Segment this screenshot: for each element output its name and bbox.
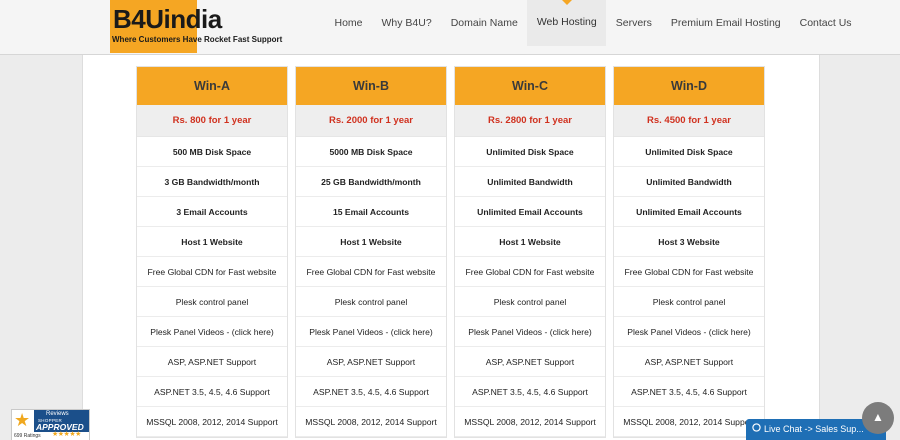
shopper-approved-badge[interactable]: ★ Reviews SHOPPER APPROVED 699 Ratings ★…	[11, 409, 90, 440]
plan-feature: Unlimited Email Accounts	[614, 197, 764, 227]
nav-servers[interactable]: Servers	[606, 0, 661, 46]
badge-reviews-label: Reviews	[46, 411, 69, 417]
plan-feature: 500 MB Disk Space	[137, 137, 287, 167]
badge-rating-strip: 699 Ratings ★★★★★	[12, 431, 89, 440]
plan-name: Win-D	[614, 67, 764, 105]
plan-column: Win-A Rs. 800 for 1 year 500 MB Disk Space…	[136, 66, 288, 438]
plan-feature: 3 GB Bandwidth/month	[137, 167, 287, 197]
plan-feature: ASP.NET 3.5, 4.5, 4.6 Support	[455, 377, 605, 407]
plan-feature: Free Global CDN for Fast website	[296, 257, 446, 287]
plan-price: Rs. 4500 for 1 year	[614, 105, 764, 137]
plan-feature: Unlimited Bandwidth	[614, 167, 764, 197]
nav-why-b4u[interactable]: Why B4U?	[372, 0, 441, 46]
plan-feature: Host 3 Website	[614, 227, 764, 257]
site-header: B4Uindia Where Customers Have Rocket Fas…	[0, 0, 900, 55]
plan-feature: ASP, ASP.NET Support	[614, 347, 764, 377]
plan-price: Rs. 800 for 1 year	[137, 105, 287, 137]
plan-feature: Free Global CDN for Fast website	[455, 257, 605, 287]
plan-feature: Plesk control panel	[137, 287, 287, 317]
plan-feature: 25 GB Bandwidth/month	[296, 167, 446, 197]
plan-feature: 3 Email Accounts	[137, 197, 287, 227]
plesk-videos-link[interactable]: Plesk Panel Videos - (click here)	[137, 317, 287, 347]
plesk-videos-link[interactable]: Plesk Panel Videos - (click here)	[296, 317, 446, 347]
plan-name: Win-C	[455, 67, 605, 105]
plan-feature: Unlimited Bandwidth	[455, 167, 605, 197]
arrow-up-icon: ▲	[872, 410, 884, 424]
logo-tagline: Where Customers Have Rocket Fast Support	[112, 35, 283, 44]
plan-feature: Unlimited Disk Space	[455, 137, 605, 167]
plan-feature: Free Global CDN for Fast website	[614, 257, 764, 287]
plan-feature: Unlimited Disk Space	[614, 137, 764, 167]
plan-feature: MSSQL 2008, 2012, 2014 Support	[614, 407, 764, 437]
plan-feature: 5000 MB Disk Space	[296, 137, 446, 167]
plesk-videos-link[interactable]: Plesk Panel Videos - (click here)	[455, 317, 605, 347]
nav-premium-email-hosting[interactable]: Premium Email Hosting	[661, 0, 790, 46]
plan-feature: MSSQL 2008, 2012, 2014 Support	[455, 407, 605, 437]
plan-feature: ASP.NET 3.5, 4.5, 4.6 Support	[137, 377, 287, 407]
plan-name: Win-B	[296, 67, 446, 105]
chat-bubble-icon	[752, 419, 761, 440]
plan-name: Win-A	[137, 67, 287, 105]
plan-column: Win-D Rs. 4500 for 1 year Unlimited Disk S…	[613, 66, 765, 438]
pricing-table: Win-A Rs. 800 for 1 year 500 MB Disk Space…	[136, 66, 765, 438]
plan-feature: Host 1 Website	[296, 227, 446, 257]
plan-feature: Plesk control panel	[614, 287, 764, 317]
badge-star-area: ★	[12, 410, 34, 432]
plesk-videos-link[interactable]: Plesk Panel Videos - (click here)	[614, 317, 764, 347]
plan-price: Rs. 2800 for 1 year	[455, 105, 605, 137]
plan-feature: Plesk control panel	[296, 287, 446, 317]
plan-feature: ASP, ASP.NET Support	[455, 347, 605, 377]
main-nav: Home Why B4U? Domain Name Web Hosting Se…	[325, 0, 861, 46]
plan-feature: Host 1 Website	[455, 227, 605, 257]
nav-contact-us[interactable]: Contact Us	[790, 0, 861, 46]
plan-feature: Unlimited Email Accounts	[455, 197, 605, 227]
plan-feature: ASP.NET 3.5, 4.5, 4.6 Support	[614, 377, 764, 407]
nav-domain-name[interactable]: Domain Name	[441, 0, 527, 46]
scroll-to-top-button[interactable]: ▲	[862, 402, 894, 434]
nav-home[interactable]: Home	[325, 0, 372, 46]
star-icon: ★	[14, 410, 31, 430]
plan-feature: Free Global CDN for Fast website	[137, 257, 287, 287]
plan-column: Win-B Rs. 2000 for 1 year 5000 MB Disk Spa…	[295, 66, 447, 438]
site-logo[interactable]: B4Uindia Where Customers Have Rocket Fas…	[110, 0, 282, 53]
plan-feature: Plesk control panel	[455, 287, 605, 317]
plan-feature: Host 1 Website	[137, 227, 287, 257]
nav-web-hosting[interactable]: Web Hosting	[527, 0, 607, 46]
plan-feature: MSSQL 2008, 2012, 2014 Support	[137, 407, 287, 437]
plan-feature: MSSQL 2008, 2012, 2014 Support	[296, 407, 446, 437]
live-chat-label: Live Chat -> Sales Sup...	[764, 424, 864, 434]
plan-feature: ASP, ASP.NET Support	[296, 347, 446, 377]
plan-feature: ASP.NET 3.5, 4.5, 4.6 Support	[296, 377, 446, 407]
plan-feature: 15 Email Accounts	[296, 197, 446, 227]
logo-name: B4Uindia	[113, 4, 222, 34]
badge-ratings-count: 699 Ratings	[14, 433, 41, 439]
plan-column: Win-C Rs. 2800 for 1 year Unlimited Disk S…	[454, 66, 606, 438]
rating-stars-icon: ★★★★★	[52, 431, 81, 438]
plan-price: Rs. 2000 for 1 year	[296, 105, 446, 137]
plan-feature: ASP, ASP.NET Support	[137, 347, 287, 377]
